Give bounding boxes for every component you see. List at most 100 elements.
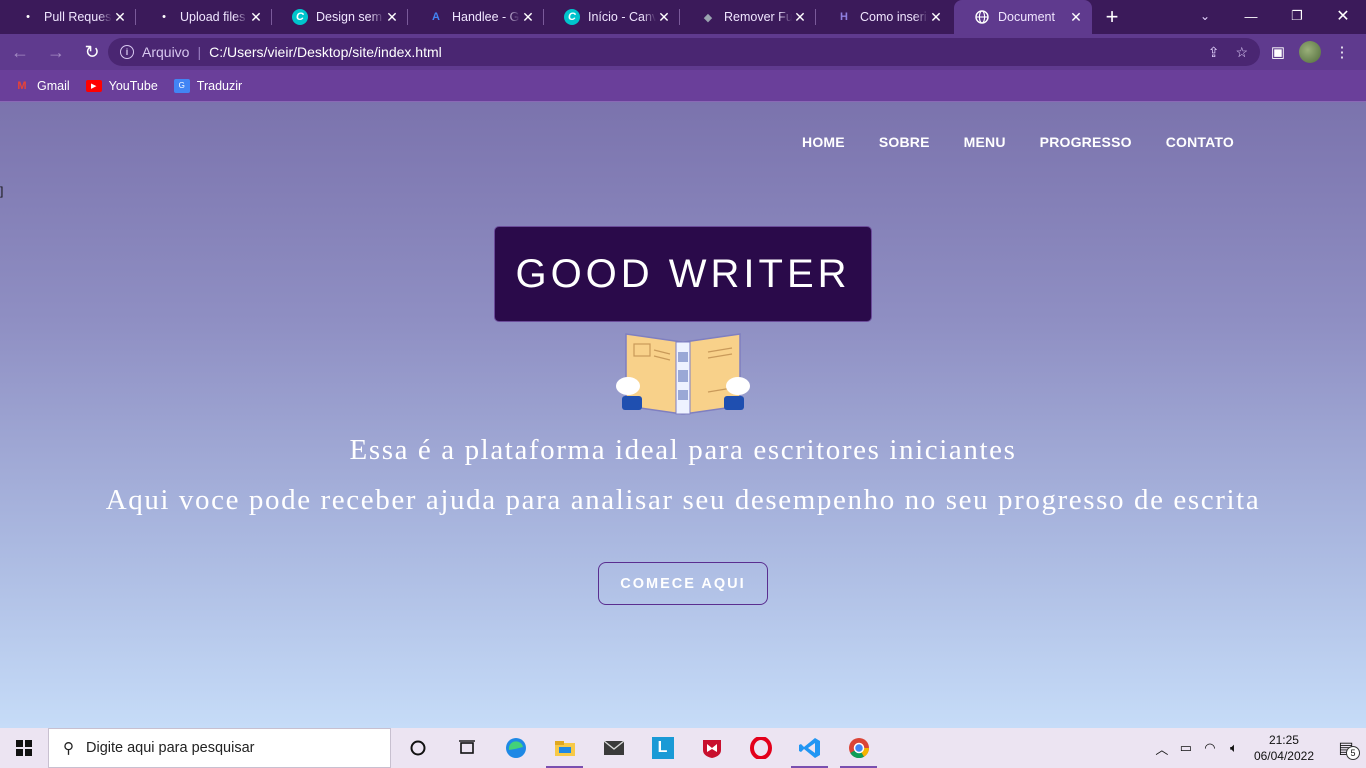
gmail-icon: M — [17, 79, 27, 92]
star-icon[interactable]: ☆ — [1235, 44, 1248, 61]
system-tray: ︿ ▭ ◠ 🔈︎ 21:25 06/04/2022 ▤ 5 — [1150, 728, 1366, 768]
tab-search-icon[interactable]: ⌄ — [1190, 0, 1220, 32]
close-icon[interactable]: ✕ — [1068, 9, 1084, 26]
logo-text: GOOD WRITER — [515, 251, 851, 296]
share-icon[interactable]: ⇪ — [1208, 44, 1220, 61]
main-nav: HOME SOBRE MENU PROGRESSO CONTATO — [802, 134, 1234, 150]
browser-toolbar: ← → ↻ i Arquivo | C:/Users/vieir/Desktop… — [0, 34, 1366, 70]
chrome-icon[interactable] — [834, 728, 883, 768]
back-button[interactable]: ← — [4, 36, 36, 68]
tab-upload-files[interactable]: • Upload files · ✕ — [136, 0, 272, 34]
tab-document[interactable]: Document ✕ — [954, 0, 1092, 34]
open-book-illustration — [616, 333, 750, 415]
close-icon[interactable]: ✕ — [656, 9, 672, 26]
tab-title: Início - Canva — [588, 10, 656, 24]
tab-title: Upload files · — [180, 10, 248, 24]
tab-remover-fundo[interactable]: ◆ Remover Fun ✕ — [680, 0, 816, 34]
youtube-icon: ▶ — [85, 79, 102, 92]
cortana-icon[interactable] — [393, 728, 442, 768]
edge-icon[interactable] — [491, 728, 540, 768]
stray-character: ] — [0, 184, 4, 198]
github-icon: • — [162, 11, 166, 23]
layers-icon: ◆ — [703, 11, 713, 24]
windows-taskbar: ⚲ Digite aqui para pesquisar L ︿ ▭ ◠ 🔈︎ … — [0, 728, 1366, 768]
translate-icon: G — [173, 78, 190, 93]
taskbar-search-input[interactable]: ⚲ Digite aqui para pesquisar — [48, 728, 391, 768]
globe-icon — [974, 9, 990, 25]
mcafee-icon[interactable] — [687, 728, 736, 768]
close-icon[interactable]: ✕ — [112, 9, 128, 26]
page-content: HOME SOBRE MENU PROGRESSO CONTATO ] GOOD… — [0, 102, 1366, 728]
window-controls: — ❐ ✕ — [1228, 0, 1366, 32]
notification-badge: 5 — [1346, 746, 1360, 760]
search-icon: ⚲ — [63, 740, 74, 757]
tab-handlee[interactable]: A Handlee - Go ✕ — [408, 0, 544, 34]
tab-title: Pull Requests — [44, 10, 112, 24]
taskbar-apps: L — [393, 728, 883, 768]
tagline: Essa é a plataforma ideal para escritore… — [349, 434, 1017, 466]
wifi-icon[interactable]: ◠ — [1198, 740, 1222, 756]
tab-como-inserir[interactable]: H Como inserir ✕ — [816, 0, 952, 34]
battery-icon[interactable]: ▭ — [1174, 740, 1198, 756]
notification-center-icon[interactable]: ▤ 5 — [1326, 728, 1366, 768]
l-app-icon[interactable]: L — [638, 728, 687, 768]
canva-icon: C — [564, 9, 580, 25]
nav-progresso[interactable]: PROGRESSO — [1040, 134, 1132, 150]
windows-icon — [16, 740, 32, 756]
menu-icon[interactable]: ⋮ — [1326, 36, 1358, 68]
new-tab-button[interactable]: + — [1092, 0, 1132, 34]
clock[interactable]: 21:25 06/04/2022 — [1254, 732, 1314, 764]
restore-button[interactable]: ❐ — [1274, 0, 1320, 32]
subtitle: Aqui voce pode receber ajuda para analis… — [105, 484, 1261, 516]
vscode-icon[interactable] — [785, 728, 834, 768]
tab-title: Design sem n — [316, 10, 384, 24]
bookmark-label: YouTube — [108, 78, 158, 93]
volume-icon[interactable]: 🔈︎ — [1222, 740, 1246, 756]
close-icon[interactable]: ✕ — [928, 9, 944, 26]
bookmark-gmail[interactable]: M Gmail — [14, 78, 70, 93]
nav-menu[interactable]: MENU — [964, 134, 1006, 150]
tab-title: Como inserir — [860, 10, 928, 24]
close-window-button[interactable]: ✕ — [1320, 0, 1366, 32]
bookmark-label: Traduzir — [196, 78, 243, 93]
close-icon[interactable]: ✕ — [792, 9, 808, 26]
comece-aqui-button[interactable]: COMECE AQUI — [598, 562, 768, 605]
close-icon[interactable]: ✕ — [248, 9, 264, 26]
tab-title: Remover Fun — [724, 10, 792, 24]
avatar[interactable] — [1299, 41, 1321, 63]
bookmark-label: Gmail — [37, 78, 70, 93]
tab-title: Document — [998, 10, 1055, 24]
tab-pull-requests[interactable]: • Pull Requests ✕ — [0, 0, 136, 34]
side-panel-icon[interactable]: ▣ — [1262, 36, 1294, 68]
time: 21:25 — [1268, 733, 1299, 747]
tab-strip: • Pull Requests ✕ • Upload files · ✕ C D… — [0, 0, 1366, 34]
canva-icon: C — [292, 9, 308, 25]
close-icon[interactable]: ✕ — [384, 9, 400, 26]
start-button[interactable] — [0, 728, 48, 768]
bookmarks-bar: M Gmail ▶ YouTube G Traduzir — [0, 70, 1366, 102]
nav-home[interactable]: HOME — [802, 134, 845, 150]
tab-design[interactable]: C Design sem n ✕ — [272, 0, 408, 34]
tab-inicio-canva[interactable]: C Início - Canva ✕ — [544, 0, 680, 34]
minimize-button[interactable]: — — [1228, 0, 1274, 32]
bookmark-traduzir[interactable]: G Traduzir — [173, 78, 243, 93]
logo: GOOD WRITER — [494, 226, 872, 322]
forward-button[interactable]: → — [40, 36, 72, 68]
address-bar[interactable]: i Arquivo | C:/Users/vieir/Desktop/site/… — [108, 38, 1260, 66]
url-text[interactable]: C:/Users/vieir/Desktop/site/index.html — [209, 44, 442, 60]
nav-contato[interactable]: CONTATO — [1166, 134, 1234, 150]
nav-sobre[interactable]: SOBRE — [879, 134, 930, 150]
info-icon[interactable]: i — [120, 45, 134, 59]
google-fonts-icon: A — [432, 11, 440, 23]
reload-button[interactable]: ↻ — [76, 36, 108, 68]
github-icon: • — [26, 11, 30, 23]
task-view-icon[interactable] — [442, 728, 491, 768]
opera-icon[interactable] — [736, 728, 785, 768]
file-explorer-icon[interactable] — [540, 728, 589, 768]
close-icon[interactable]: ✕ — [520, 9, 536, 26]
chevron-up-icon[interactable]: ︿ — [1150, 739, 1174, 758]
bookmark-youtube[interactable]: ▶ YouTube — [85, 78, 158, 93]
hashnode-icon: H — [840, 11, 848, 23]
mail-icon[interactable] — [589, 728, 638, 768]
date: 06/04/2022 — [1253, 749, 1314, 763]
